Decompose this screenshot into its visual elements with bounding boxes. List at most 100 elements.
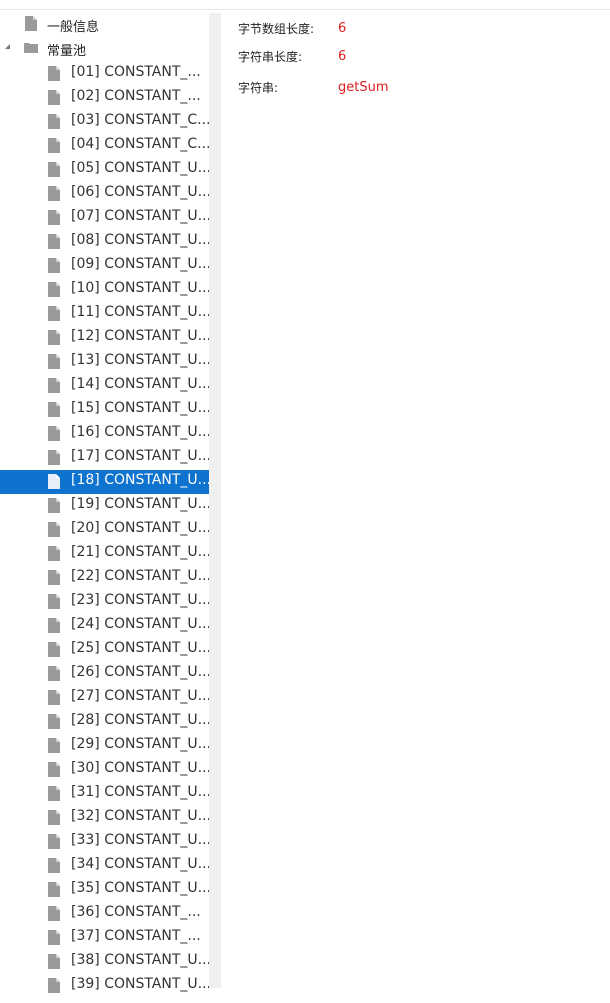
entry-label: [12] CONSTANT_U... bbox=[71, 328, 211, 344]
byte-length-label: 字节数组长度: bbox=[238, 21, 315, 36]
constant-pool-entry[interactable]: [22] CONSTANT_U... bbox=[0, 566, 211, 590]
entry-label: [05] CONSTANT_U... bbox=[71, 160, 211, 176]
constant-pool-entry[interactable]: [14] CONSTANT_U... bbox=[0, 374, 211, 398]
constant-pool-entry[interactable]: [18] CONSTANT_U... bbox=[0, 470, 211, 494]
constant-pool-entry[interactable]: [34] CONSTANT_U... bbox=[0, 854, 211, 878]
entry-label: [11] CONSTANT_U... bbox=[71, 304, 211, 320]
constant-pool-entry[interactable]: [25] CONSTANT_U... bbox=[0, 638, 211, 662]
entry-label: [16] CONSTANT_U... bbox=[71, 424, 211, 440]
file-icon bbox=[48, 786, 60, 801]
file-icon bbox=[48, 498, 60, 513]
tree-node-general-info[interactable]: 一般信息 bbox=[0, 12, 209, 36]
file-icon bbox=[48, 426, 60, 441]
file-icon bbox=[48, 738, 60, 753]
class-structure-tree[interactable]: 一般信息 常量池 [01] CONSTANT_... [02] CONSTANT_… bbox=[0, 10, 211, 1003]
constant-pool-entry[interactable]: [32] CONSTANT_U... bbox=[0, 806, 211, 830]
constant-pool-entry[interactable]: [12] CONSTANT_U... bbox=[0, 326, 211, 350]
constant-pool-entry[interactable]: [08] CONSTANT_U... bbox=[0, 230, 211, 254]
entry-label: [18] CONSTANT_U... bbox=[71, 472, 211, 488]
entry-label: [27] CONSTANT_U... bbox=[71, 688, 211, 704]
constant-pool-entry[interactable]: [37] CONSTANT_... bbox=[0, 926, 211, 950]
constant-pool-entry[interactable]: [36] CONSTANT_... bbox=[0, 902, 211, 926]
constant-pool-entry[interactable]: [21] CONSTANT_U... bbox=[0, 542, 211, 566]
constant-pool-entry[interactable]: [09] CONSTANT_U... bbox=[0, 254, 211, 278]
entry-label: [20] CONSTANT_U... bbox=[71, 520, 211, 536]
constant-pool-entry[interactable]: [03] CONSTANT_C... bbox=[0, 110, 211, 134]
file-icon bbox=[25, 16, 37, 31]
expand-arrow-icon[interactable] bbox=[5, 44, 11, 50]
constant-pool-entry[interactable]: [06] CONSTANT_U... bbox=[0, 182, 211, 206]
constant-pool-entry[interactable]: [02] CONSTANT_... bbox=[0, 86, 211, 110]
entry-label: [10] CONSTANT_U... bbox=[71, 280, 211, 296]
entry-label: [37] CONSTANT_... bbox=[71, 928, 201, 944]
file-icon bbox=[48, 858, 60, 873]
string-length-value: 6 bbox=[338, 48, 347, 64]
constant-pool-entry[interactable]: [31] CONSTANT_U... bbox=[0, 782, 211, 806]
file-icon bbox=[48, 450, 60, 465]
constant-pool-entry[interactable]: [19] CONSTANT_U... bbox=[0, 494, 211, 518]
entry-label: [31] CONSTANT_U... bbox=[71, 784, 211, 800]
file-icon bbox=[48, 474, 60, 489]
folder-icon bbox=[24, 43, 38, 53]
file-icon bbox=[48, 954, 60, 969]
constant-pool-entry[interactable]: [29] CONSTANT_U... bbox=[0, 734, 211, 758]
file-icon bbox=[48, 834, 60, 849]
entry-label: [23] CONSTANT_U... bbox=[71, 592, 211, 608]
entry-label: [01] CONSTANT_... bbox=[71, 64, 201, 80]
entry-label: [02] CONSTANT_... bbox=[71, 88, 201, 104]
constant-pool-entry[interactable]: [27] CONSTANT_U... bbox=[0, 686, 211, 710]
file-icon bbox=[48, 186, 60, 201]
constant-pool-entry[interactable]: [35] CONSTANT_U... bbox=[0, 878, 211, 902]
tree-node-constant-pool[interactable]: 常量池 bbox=[0, 36, 209, 60]
entry-label: [39] CONSTANT_U... bbox=[71, 976, 211, 992]
entry-label: [33] CONSTANT_U... bbox=[71, 832, 211, 848]
file-icon bbox=[48, 138, 60, 153]
file-icon bbox=[48, 114, 60, 129]
file-icon bbox=[48, 378, 60, 393]
entry-label: [15] CONSTANT_U... bbox=[71, 400, 211, 416]
constant-pool-entry[interactable]: [13] CONSTANT_U... bbox=[0, 350, 211, 374]
file-icon bbox=[48, 594, 60, 609]
entry-label: [30] CONSTANT_U... bbox=[71, 760, 211, 776]
constant-pool-entry[interactable]: [05] CONSTANT_U... bbox=[0, 158, 211, 182]
file-icon bbox=[48, 714, 60, 729]
constant-pool-entry[interactable]: [17] CONSTANT_U... bbox=[0, 446, 211, 470]
constant-pool-entry[interactable]: [39] CONSTANT_U... bbox=[0, 974, 211, 998]
constant-pool-entry[interactable]: [28] CONSTANT_U... bbox=[0, 710, 211, 734]
file-icon bbox=[48, 546, 60, 561]
constant-pool-entry[interactable]: [11] CONSTANT_U... bbox=[0, 302, 211, 326]
entry-label: [07] CONSTANT_U... bbox=[71, 208, 211, 224]
file-icon bbox=[48, 162, 60, 177]
byte-length-value: 6 bbox=[338, 20, 347, 36]
constant-pool-entry[interactable]: [01] CONSTANT_... bbox=[0, 62, 211, 86]
constant-pool-entry[interactable]: [38] CONSTANT_U... bbox=[0, 950, 211, 974]
entry-label: [22] CONSTANT_U... bbox=[71, 568, 211, 584]
file-icon bbox=[48, 642, 60, 657]
entry-label: [14] CONSTANT_U... bbox=[71, 376, 211, 392]
constant-pool-entry[interactable]: [20] CONSTANT_U... bbox=[0, 518, 211, 542]
constant-pool-entry[interactable]: [15] CONSTANT_U... bbox=[0, 398, 211, 422]
entry-label: [24] CONSTANT_U... bbox=[71, 616, 211, 632]
constant-pool-entry[interactable]: [24] CONSTANT_U... bbox=[0, 614, 211, 638]
file-icon bbox=[48, 762, 60, 777]
constant-pool-entry[interactable]: [30] CONSTANT_U... bbox=[0, 758, 211, 782]
constant-pool-entry[interactable]: [04] CONSTANT_C... bbox=[0, 134, 211, 158]
entry-label: [19] CONSTANT_U... bbox=[71, 496, 211, 512]
entry-label: [34] CONSTANT_U... bbox=[71, 856, 211, 872]
file-icon bbox=[48, 330, 60, 345]
file-icon bbox=[48, 210, 60, 225]
constant-pool-entry[interactable]: [16] CONSTANT_U... bbox=[0, 422, 211, 446]
file-icon bbox=[48, 810, 60, 825]
constant-pool-entry[interactable]: [07] CONSTANT_U... bbox=[0, 206, 211, 230]
file-icon bbox=[48, 570, 60, 585]
entry-label: [26] CONSTANT_U... bbox=[71, 664, 211, 680]
entry-label: [25] CONSTANT_U... bbox=[71, 640, 211, 656]
entry-label: [08] CONSTANT_U... bbox=[71, 232, 211, 248]
constant-pool-entry[interactable]: [23] CONSTANT_U... bbox=[0, 590, 211, 614]
entry-label: [06] CONSTANT_U... bbox=[71, 184, 211, 200]
constant-pool-entry[interactable]: [33] CONSTANT_U... bbox=[0, 830, 211, 854]
constant-pool-entry[interactable]: [26] CONSTANT_U... bbox=[0, 662, 211, 686]
entry-label: [36] CONSTANT_... bbox=[71, 904, 201, 920]
tree-vertical-scrollbar[interactable] bbox=[209, 13, 221, 988]
constant-pool-entry[interactable]: [10] CONSTANT_U... bbox=[0, 278, 211, 302]
